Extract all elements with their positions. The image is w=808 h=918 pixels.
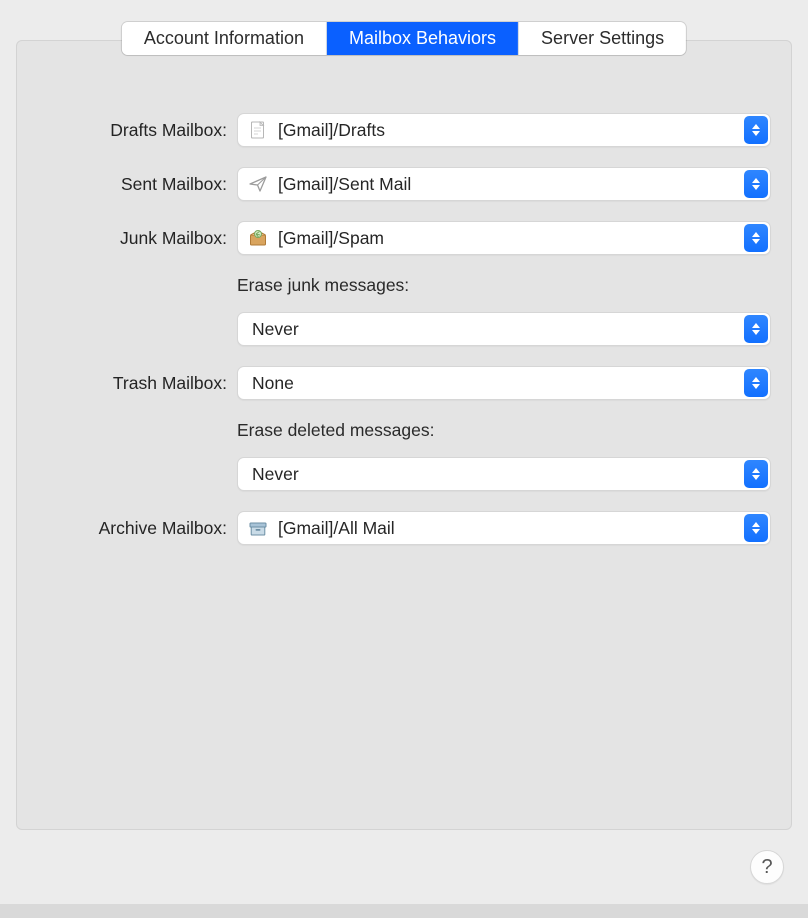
row-sent: Sent Mailbox: [Gmail]/Sent Mail xyxy=(37,167,771,201)
help-button[interactable]: ? xyxy=(750,850,784,884)
row-erase-deleted-label: Erase deleted messages: xyxy=(37,420,771,445)
archive-mailbox-popup[interactable]: [Gmail]/All Mail xyxy=(237,511,771,545)
drafts-icon xyxy=(248,120,268,140)
junk-value: [Gmail]/Spam xyxy=(278,228,736,249)
updown-icon xyxy=(744,514,768,542)
sent-mailbox-popup[interactable]: [Gmail]/Sent Mail xyxy=(237,167,771,201)
tab-server-settings[interactable]: Server Settings xyxy=(519,22,686,55)
form-area: Drafts Mailbox: [Gmail]/Drafts xyxy=(37,113,771,565)
updown-icon xyxy=(744,315,768,343)
label-junk: Junk Mailbox: xyxy=(37,228,237,249)
updown-icon xyxy=(744,170,768,198)
row-junk: Junk Mailbox: [Gmail]/Spam xyxy=(37,221,771,255)
row-drafts: Drafts Mailbox: [Gmail]/Drafts xyxy=(37,113,771,147)
paper-plane-icon xyxy=(248,174,268,194)
footer-strip xyxy=(0,904,808,918)
erase-deleted-popup[interactable]: Never xyxy=(237,457,771,491)
updown-icon xyxy=(744,460,768,488)
label-trash: Trash Mailbox: xyxy=(37,373,237,394)
row-erase-junk-label: Erase junk messages: xyxy=(37,275,771,300)
row-trash: Trash Mailbox: None xyxy=(37,366,771,400)
tab-account-information[interactable]: Account Information xyxy=(122,22,327,55)
erase-junk-popup[interactable]: Never xyxy=(237,312,771,346)
trash-value: None xyxy=(252,373,736,394)
updown-icon xyxy=(744,116,768,144)
junk-mailbox-popup[interactable]: [Gmail]/Spam xyxy=(237,221,771,255)
erase-deleted-value: Never xyxy=(252,464,736,485)
label-sent: Sent Mailbox: xyxy=(37,174,237,195)
row-erase-junk: Never xyxy=(37,312,771,346)
drafts-value: [Gmail]/Drafts xyxy=(278,120,736,141)
label-erase-deleted: Erase deleted messages: xyxy=(237,420,771,445)
archive-value: [Gmail]/All Mail xyxy=(278,518,736,539)
label-drafts: Drafts Mailbox: xyxy=(37,120,237,141)
updown-icon xyxy=(744,224,768,252)
tab-mailbox-behaviors[interactable]: Mailbox Behaviors xyxy=(327,22,519,55)
erase-junk-value: Never xyxy=(252,319,736,340)
junk-box-icon xyxy=(248,228,268,248)
trash-mailbox-popup[interactable]: None xyxy=(237,366,771,400)
label-archive: Archive Mailbox: xyxy=(37,518,237,539)
drafts-mailbox-popup[interactable]: [Gmail]/Drafts xyxy=(237,113,771,147)
settings-panel: Drafts Mailbox: [Gmail]/Drafts xyxy=(16,40,792,830)
row-archive: Archive Mailbox: [Gmail]/All Mail xyxy=(37,511,771,545)
tab-bar: Account Information Mailbox Behaviors Se… xyxy=(122,22,686,55)
row-erase-deleted: Never xyxy=(37,457,771,491)
updown-icon xyxy=(744,369,768,397)
sent-value: [Gmail]/Sent Mail xyxy=(278,174,736,195)
label-erase-junk: Erase junk messages: xyxy=(237,275,771,300)
archive-box-icon xyxy=(248,518,268,538)
